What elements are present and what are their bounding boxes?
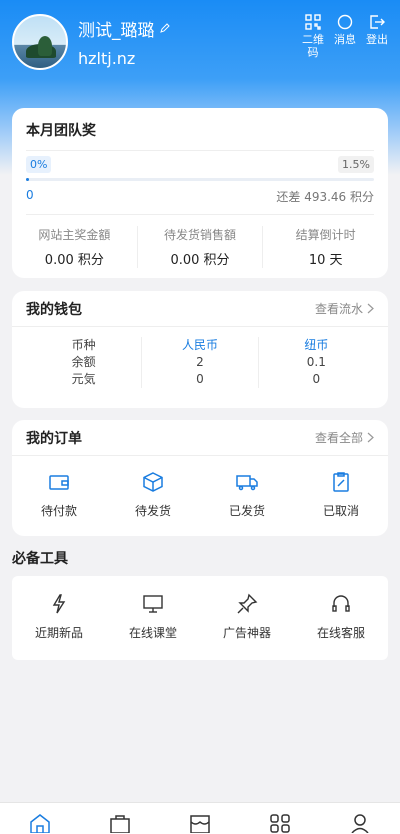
view-all-orders-label: 查看全部 bbox=[314, 431, 363, 445]
logout-button[interactable]: 登出 bbox=[364, 14, 390, 59]
wallet-cell: 0 bbox=[196, 372, 204, 386]
stat-value: 0.00 积分 bbox=[44, 253, 104, 268]
chevron-right-icon bbox=[367, 303, 374, 314]
pin-icon bbox=[237, 593, 258, 614]
order-label: 已发货 bbox=[228, 504, 265, 518]
box-icon bbox=[143, 472, 163, 492]
tool-online-support[interactable]: 在线客服 bbox=[294, 592, 388, 641]
stat-label: 待发货销售額 bbox=[164, 228, 237, 242]
wallet-column-head: 币种 bbox=[71, 338, 96, 352]
wallet-cell: 余额 bbox=[71, 355, 96, 369]
tool-label: 广告神器 bbox=[222, 626, 271, 640]
team-bonus-title: 本月团队奖 bbox=[26, 123, 96, 139]
view-transactions-label: 查看流水 bbox=[314, 302, 363, 316]
profile-icon bbox=[351, 814, 369, 833]
user-name-row: 测试_璐璐 bbox=[78, 16, 171, 41]
qrcode-button[interactable]: 二维码 bbox=[300, 14, 326, 59]
view-all-orders-link[interactable]: 查看全部 bbox=[315, 429, 374, 446]
truck-icon bbox=[236, 475, 258, 491]
order-pending-shipment[interactable]: 待发货 bbox=[106, 470, 200, 519]
message-button[interactable]: 消息 bbox=[332, 14, 358, 59]
order-label: 已取消 bbox=[322, 504, 359, 518]
wallet-cell: 元気 bbox=[71, 372, 96, 386]
tab-store[interactable] bbox=[160, 803, 240, 833]
progress-target-percent: 1.5% bbox=[338, 156, 374, 173]
wallet-column-head: 人民币 bbox=[181, 338, 218, 352]
qrcode-label: 二维码 bbox=[302, 33, 324, 59]
stat-label: 网站主奖金額 bbox=[38, 228, 111, 242]
wallet-title: 我的钱包 bbox=[26, 301, 82, 318]
tool-label: 在线客服 bbox=[316, 626, 365, 640]
chevron-right-icon bbox=[367, 432, 374, 443]
logout-icon bbox=[370, 15, 385, 29]
tool-ad-generator[interactable]: 广告神器 bbox=[200, 592, 294, 641]
stat-pending-sales: 待发货销售額 0.00 积分 bbox=[138, 226, 264, 268]
bottom-tab-bar bbox=[0, 802, 400, 834]
progress-bar-fill bbox=[26, 178, 29, 181]
home-icon bbox=[30, 814, 50, 833]
headset-icon bbox=[332, 595, 350, 612]
order-cancelled[interactable]: 已取消 bbox=[294, 470, 388, 519]
edit-icon[interactable] bbox=[159, 19, 171, 39]
wallet-icon bbox=[49, 475, 69, 490]
orders-card: 我的订单 查看全部 待付款 待发货 已发货 已取消 bbox=[12, 420, 388, 536]
tools-card: 近期新品 在线课堂 广告神器 在线客服 bbox=[12, 576, 388, 660]
message-icon bbox=[337, 14, 353, 30]
monitor-icon bbox=[143, 595, 163, 613]
wallet-table: 币种 余额 元気 人民币 2 0 纽币 0.1 0 bbox=[12, 327, 388, 388]
stat-label: 结算倒计时 bbox=[295, 228, 356, 242]
tab-shop[interactable] bbox=[80, 803, 160, 833]
qrcode-icon bbox=[305, 14, 321, 30]
logout-label: 登出 bbox=[366, 33, 388, 46]
stat-value: 0.00 积分 bbox=[170, 253, 230, 268]
shopping-bag-icon bbox=[110, 815, 130, 833]
order-label: 待付款 bbox=[40, 504, 77, 518]
wallet-cell: 0.1 bbox=[306, 355, 326, 369]
wallet-column-rmb: 人民币 2 0 bbox=[142, 337, 259, 388]
team-bonus-card: 本月团队奖 0% 1.5% 0 还差 493.46 积分 网站主奖金額 0.00… bbox=[12, 108, 388, 278]
progress-start-value: 0 bbox=[26, 188, 34, 202]
user-id: hzltj.nz bbox=[78, 49, 136, 68]
tool-label: 近期新品 bbox=[34, 626, 83, 640]
wallet-column-currency: 币种 余额 元気 bbox=[26, 337, 143, 388]
tools-title: 必备工具 bbox=[12, 551, 68, 567]
tab-home[interactable] bbox=[0, 803, 80, 833]
wallet-column-head: 纽币 bbox=[304, 338, 329, 352]
message-label: 消息 bbox=[334, 33, 356, 46]
order-shipped[interactable]: 已发货 bbox=[200, 470, 294, 519]
tool-new-products[interactable]: 近期新品 bbox=[12, 592, 106, 641]
stat-countdown: 结算倒计时 10 天 bbox=[263, 226, 388, 268]
progress-start-percent: 0% bbox=[26, 156, 52, 173]
orders-title: 我的订单 bbox=[26, 430, 82, 447]
tab-categories[interactable] bbox=[240, 803, 320, 833]
user-name: 测试_璐璐 bbox=[78, 21, 155, 41]
order-pending-payment[interactable]: 待付款 bbox=[12, 470, 106, 519]
tool-online-class[interactable]: 在线课堂 bbox=[106, 592, 200, 641]
top-actions: 二维码 消息 登出 bbox=[300, 14, 390, 59]
cancel-clipboard-icon bbox=[333, 472, 349, 492]
view-transactions-link[interactable]: 查看流水 bbox=[315, 300, 374, 317]
order-label: 待发货 bbox=[134, 504, 171, 518]
wallet-card: 我的钱包 查看流水 币种 余额 元気 人民币 2 0 纽币 0.1 0 bbox=[12, 291, 388, 408]
stat-bonus: 网站主奖金額 0.00 积分 bbox=[12, 226, 138, 268]
wallet-cell: 0 bbox=[312, 372, 321, 386]
store-icon bbox=[190, 815, 210, 833]
wallet-column-nzd: 纽币 0.1 0 bbox=[259, 337, 374, 388]
profile-header: 测试_璐璐 hzltj.nz bbox=[12, 14, 171, 70]
progress-bar bbox=[26, 178, 374, 181]
progress-remaining: 还差 493.46 积分 bbox=[276, 190, 374, 204]
lightning-icon bbox=[52, 594, 66, 614]
wallet-cell: 2 bbox=[196, 355, 204, 369]
tool-label: 在线课堂 bbox=[128, 626, 177, 640]
stat-value: 10 天 bbox=[308, 253, 343, 268]
avatar[interactable] bbox=[12, 14, 68, 70]
grid-icon bbox=[270, 814, 290, 833]
tab-profile[interactable] bbox=[320, 803, 400, 833]
